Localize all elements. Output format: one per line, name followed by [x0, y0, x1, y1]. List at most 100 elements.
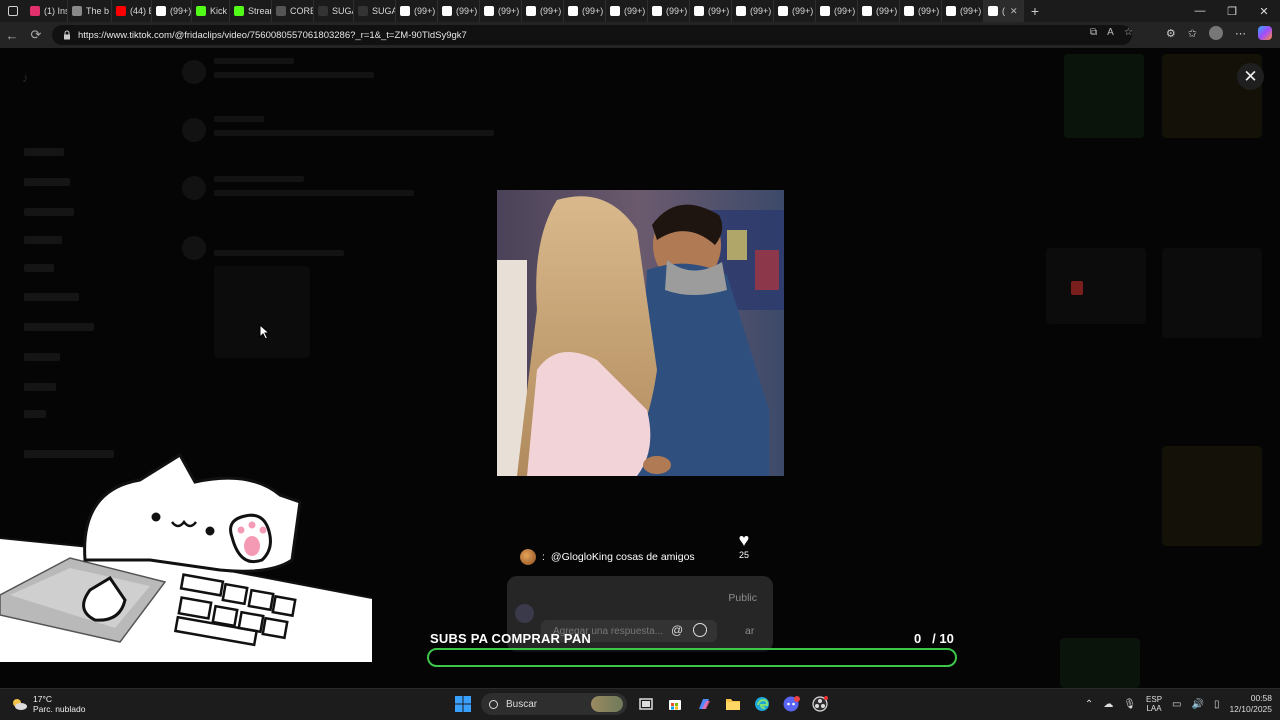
- browser-tab[interactable]: Kick: [192, 0, 230, 22]
- tab-label: (44) B: [130, 6, 151, 16]
- tab-favicon-icon: [988, 6, 998, 16]
- favorites-icon[interactable]: ✩: [1188, 27, 1197, 40]
- tab-favicon-icon: [862, 6, 872, 16]
- tab-label: Kick: [210, 6, 228, 16]
- browser-tab[interactable]: (99+): [690, 0, 732, 22]
- browser-tab[interactable]: (44) B: [112, 0, 152, 22]
- maximize-icon[interactable]: ❐: [1216, 0, 1248, 22]
- volume-icon[interactable]: 🔊: [1191, 699, 1203, 710]
- emoji-icon[interactable]: [693, 623, 707, 637]
- task-view-icon[interactable]: [635, 694, 656, 715]
- browser-tab[interactable]: The b: [68, 0, 112, 22]
- browser-tab[interactable]: (99+): [648, 0, 690, 22]
- browser-toolbar-right: ⚙ ✩ ⋯: [1166, 26, 1272, 40]
- language-indicator[interactable]: ESP LAA: [1146, 695, 1162, 713]
- mention-icon[interactable]: @: [671, 623, 683, 637]
- send-reply-button[interactable]: ar: [745, 625, 754, 637]
- weather-desc: Parc. nublado: [33, 704, 86, 714]
- like-button[interactable]: ♥ 25: [733, 531, 755, 560]
- close-tab-icon[interactable]: ✕: [1010, 6, 1018, 17]
- site-info-icon[interactable]: [62, 30, 72, 40]
- tab-label: (: [1002, 6, 1005, 16]
- browser-tab[interactable]: (99+): [942, 0, 984, 22]
- onedrive-icon[interactable]: ☁: [1103, 699, 1113, 710]
- new-tab-button[interactable]: +: [1024, 3, 1046, 19]
- tab-label: (99+): [498, 6, 520, 16]
- browser-tab[interactable]: (99+): [900, 0, 942, 22]
- window-menu-icon[interactable]: [0, 0, 26, 22]
- more-menu-icon[interactable]: ⋯: [1235, 27, 1246, 40]
- comment-image-dim: [214, 266, 310, 358]
- obs-icon[interactable]: [809, 694, 830, 715]
- browser-tab[interactable]: (99+): [564, 0, 606, 22]
- tab-label: (99+): [876, 6, 898, 16]
- comment-row: : @GlogloKing cosas de amigos: [520, 549, 695, 565]
- weather-widget[interactable]: 17°C Parc. nublado: [10, 694, 85, 714]
- browser-tab[interactable]: Stream: [230, 0, 272, 22]
- browser-tab[interactable]: (99+): [816, 0, 858, 22]
- reply-user-avatar: [515, 604, 534, 623]
- profile-avatar[interactable]: [1209, 26, 1223, 40]
- comment-line-dim: [214, 116, 264, 122]
- comment-separator: :: [542, 551, 545, 563]
- weather-temp: 17°C: [33, 694, 52, 704]
- tab-favicon-icon: [400, 6, 410, 16]
- minimize-icon[interactable]: —: [1184, 0, 1216, 22]
- browser-tab[interactable]: (99+): [522, 0, 564, 22]
- browser-tab[interactable]: (99+): [774, 0, 816, 22]
- browser-tab[interactable]: (99+) T: [152, 0, 192, 22]
- copilot-icon[interactable]: [1258, 26, 1272, 40]
- browser-tab[interactable]: (99+): [606, 0, 648, 22]
- browser-tab[interactable]: (99+): [396, 0, 438, 22]
- open-in-app-icon[interactable]: ⧉: [1090, 27, 1097, 38]
- tab-favicon-icon: [946, 6, 956, 16]
- taskbar-search[interactable]: Buscar: [481, 693, 627, 715]
- visibility-label[interactable]: Public: [728, 592, 757, 604]
- sidebar-placeholder: [24, 293, 79, 301]
- browser-tab[interactable]: (99+): [480, 0, 522, 22]
- browser-tab[interactable]: (99+): [858, 0, 900, 22]
- tab-favicon-icon: [652, 6, 662, 16]
- comment-author-avatar[interactable]: [520, 549, 536, 565]
- tab-favicon-icon: [196, 6, 206, 16]
- copilot-app-icon[interactable]: [693, 694, 714, 715]
- browser-tab[interactable]: CORE: [272, 0, 314, 22]
- tray-overflow-icon[interactable]: ⌃: [1085, 699, 1093, 710]
- back-icon[interactable]: ←: [0, 28, 24, 43]
- battery-icon[interactable]: ▯: [1214, 699, 1220, 710]
- discord-icon[interactable]: [780, 694, 801, 715]
- address-bar-row: ← ⟳ https://www.tiktok.com/@fridaclips/v…: [0, 22, 1280, 48]
- close-window-icon[interactable]: ✕: [1248, 0, 1280, 22]
- start-windows-icon[interactable]: [452, 694, 473, 715]
- browser-tab[interactable]: SUGA: [314, 0, 354, 22]
- comment-line-dim: [214, 130, 494, 136]
- comment-avatar-dim: [182, 118, 206, 142]
- file-explorer-icon[interactable]: [722, 694, 743, 715]
- clock-date: 12/10/2025: [1229, 704, 1272, 714]
- refresh-icon[interactable]: ⟳: [24, 27, 48, 43]
- browser-tab[interactable]: (✕: [984, 0, 1024, 22]
- search-label: Buscar: [506, 698, 538, 710]
- edge-browser-icon[interactable]: [751, 694, 772, 715]
- url-input[interactable]: https://www.tiktok.com/@fridaclips/video…: [52, 25, 1132, 45]
- browser-tab[interactable]: (1) Ins: [26, 0, 68, 22]
- tab-label: SUGA: [332, 6, 353, 16]
- read-aloud-icon[interactable]: A: [1107, 27, 1114, 38]
- browser-tab[interactable]: (99+): [732, 0, 774, 22]
- network-icon[interactable]: ▭: [1172, 699, 1181, 710]
- comment-photo[interactable]: [497, 190, 784, 476]
- store-icon[interactable]: [664, 694, 685, 715]
- tab-favicon-icon: [358, 6, 368, 16]
- sidebar-placeholder: [24, 383, 56, 391]
- favorite-star-icon[interactable]: ☆: [1124, 27, 1133, 38]
- comment-username[interactable]: @GlogloKing: [551, 551, 613, 563]
- sidebar-placeholder: [24, 353, 60, 361]
- goal-count: 0 / 10: [914, 631, 954, 646]
- extensions-icon[interactable]: ⚙: [1166, 27, 1176, 40]
- browser-tab[interactable]: SUGA: [354, 0, 396, 22]
- microphone-icon[interactable]: 🎙: [1123, 699, 1136, 710]
- heart-icon[interactable]: ♥: [733, 531, 755, 549]
- close-modal-button[interactable]: ✕: [1237, 63, 1264, 90]
- clock[interactable]: 00:58 12/10/2025: [1229, 693, 1272, 715]
- browser-tab[interactable]: (99+): [438, 0, 480, 22]
